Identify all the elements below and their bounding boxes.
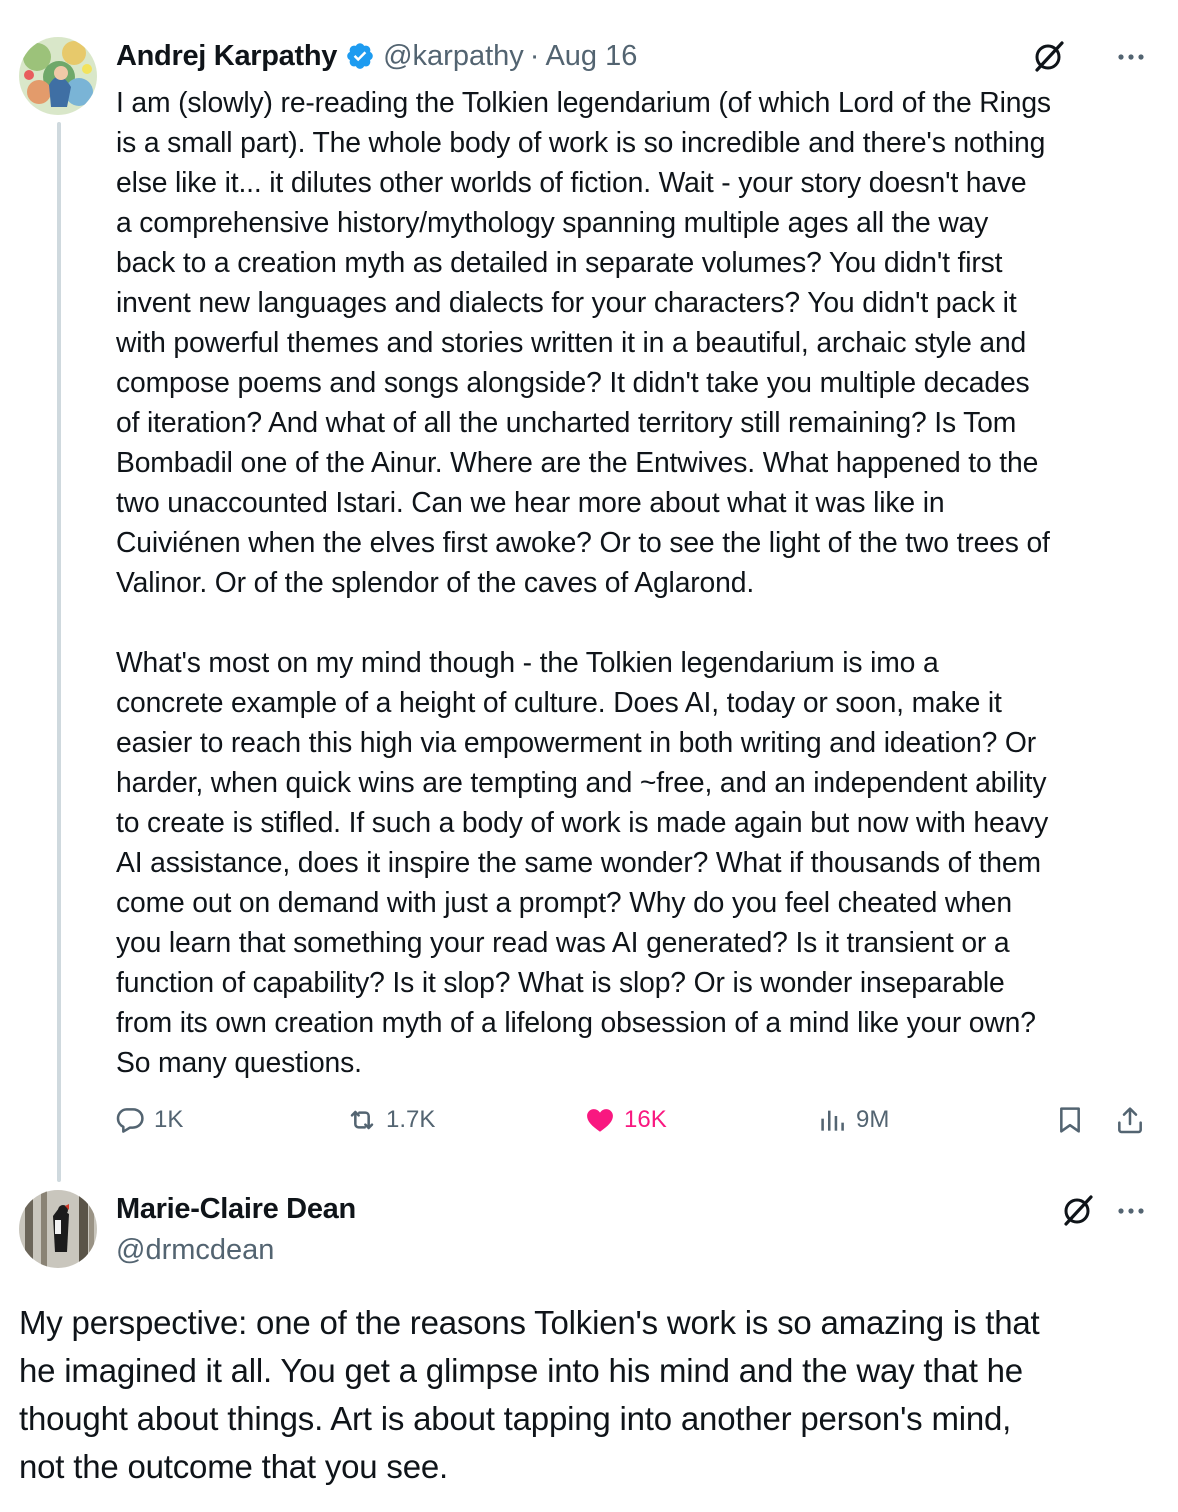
- tweet-line: function of capability? Is it slop? What…: [116, 966, 1005, 998]
- tweet-line: harder, when quick wins are tempting and…: [116, 766, 1047, 798]
- author-avatar[interactable]: [19, 37, 97, 115]
- views-button[interactable]: 9M: [816, 1104, 889, 1136]
- share-icon: [1118, 1107, 1142, 1134]
- like-count: 16K: [624, 1106, 667, 1133]
- tweet-line: concrete example of a height of culture.…: [116, 686, 1002, 718]
- reply-button[interactable]: 1K: [114, 1104, 183, 1136]
- reply-line: thought about things. Art is about tappi…: [19, 1400, 1012, 1437]
- like-button[interactable]: 16K: [584, 1104, 667, 1136]
- tweet-line: So many questions.: [116, 1046, 362, 1078]
- tweet-line: is a small part). The whole body of work…: [116, 126, 1046, 158]
- tweet-date[interactable]: Aug 16: [545, 40, 637, 73]
- view-count: 9M: [856, 1106, 890, 1133]
- grok-icon[interactable]: [1060, 1192, 1096, 1228]
- reply-author-name[interactable]: Marie-Claire Dean: [116, 1193, 356, 1226]
- author-name[interactable]: Andrej Karpathy: [116, 40, 337, 73]
- separator-dot: ·: [529, 39, 540, 72]
- tweet-line: invent new languages and dialects for yo…: [116, 286, 1017, 318]
- tweet-line: Valinor. Or of the splendor of the caves…: [116, 566, 755, 598]
- reply-line: not the outcome that you see.: [19, 1448, 448, 1485]
- retweet-count: 1.7K: [386, 1106, 436, 1133]
- tweet-line: you learn that something your read was A…: [116, 926, 1010, 958]
- tweet-line: else like it... it dilutes other worlds …: [116, 166, 1027, 198]
- views-chart-icon: [821, 1110, 844, 1131]
- reply-icon: [116, 1108, 144, 1133]
- tweet-line: with powerful themes and stories written…: [116, 326, 1027, 358]
- reply-author-handle[interactable]: @drmcdean: [116, 1234, 274, 1267]
- bookmark-button[interactable]: [1054, 1104, 1094, 1136]
- tweet-line: two unaccounted Istari. Can we hear more…: [116, 486, 945, 518]
- tweet-line: I am (slowly) re-reading the Tolkien leg…: [116, 86, 1051, 118]
- tweet-line: from its own creation myth of a lifelong…: [116, 1006, 1036, 1038]
- tweet-header: Andrej Karpathy @karpathy · Aug 16: [116, 38, 637, 74]
- tweet-line: Cuiviénen when the elves first awoke? Or…: [116, 526, 1050, 558]
- share-button[interactable]: [1114, 1104, 1154, 1136]
- tweet-text: I am (slowly) re-reading the Tolkien leg…: [116, 82, 1166, 1082]
- reply-line: he imagined it all. You get a glimpse in…: [19, 1352, 1023, 1389]
- more-options-icon[interactable]: [1114, 40, 1148, 74]
- retweet-button[interactable]: 1.7K: [346, 1104, 435, 1136]
- retweet-icon: [350, 1110, 374, 1130]
- tweet-line: What's most on my mind though - the Tolk…: [116, 646, 939, 678]
- tweet-line: Bombadil one of the Ainur. Where are the…: [116, 446, 1039, 478]
- tweet-line: a comprehensive history/mythology spanni…: [116, 206, 989, 238]
- verified-badge-icon: [345, 41, 375, 71]
- reply-text: My perspective: one of the reasons Tolki…: [19, 1299, 1164, 1491]
- reply-author-avatar[interactable]: [19, 1190, 97, 1268]
- thread-connector-line: [57, 122, 61, 1182]
- tweet-line: compose poems and songs alongside? It di…: [116, 366, 1030, 398]
- tweet-line: of iteration? And what of all the unchar…: [116, 406, 1017, 438]
- heart-icon: [587, 1109, 613, 1132]
- author-handle[interactable]: @karpathy: [383, 40, 524, 73]
- paragraph-break: [116, 602, 1166, 642]
- grok-icon[interactable]: [1031, 38, 1067, 74]
- tweet-line: back to a creation myth as detailed in s…: [116, 246, 1003, 278]
- tweet-line: easier to reach this high via empowermen…: [116, 726, 1037, 758]
- tweet-line: AI assistance, does it inspire the same …: [116, 846, 1041, 878]
- more-options-icon[interactable]: [1114, 1194, 1148, 1228]
- bookmark-icon: [1060, 1107, 1080, 1133]
- tweet-line: come out on demand with just a prompt? W…: [116, 886, 1012, 918]
- tweet-action-bar: 1K 1.7K 16K 9M: [0, 1104, 1178, 1148]
- reply-line: My perspective: one of the reasons Tolki…: [19, 1304, 1040, 1341]
- tweet-line: to create is stifled. If such a body of …: [116, 806, 1049, 838]
- reply-count: 1K: [154, 1106, 184, 1133]
